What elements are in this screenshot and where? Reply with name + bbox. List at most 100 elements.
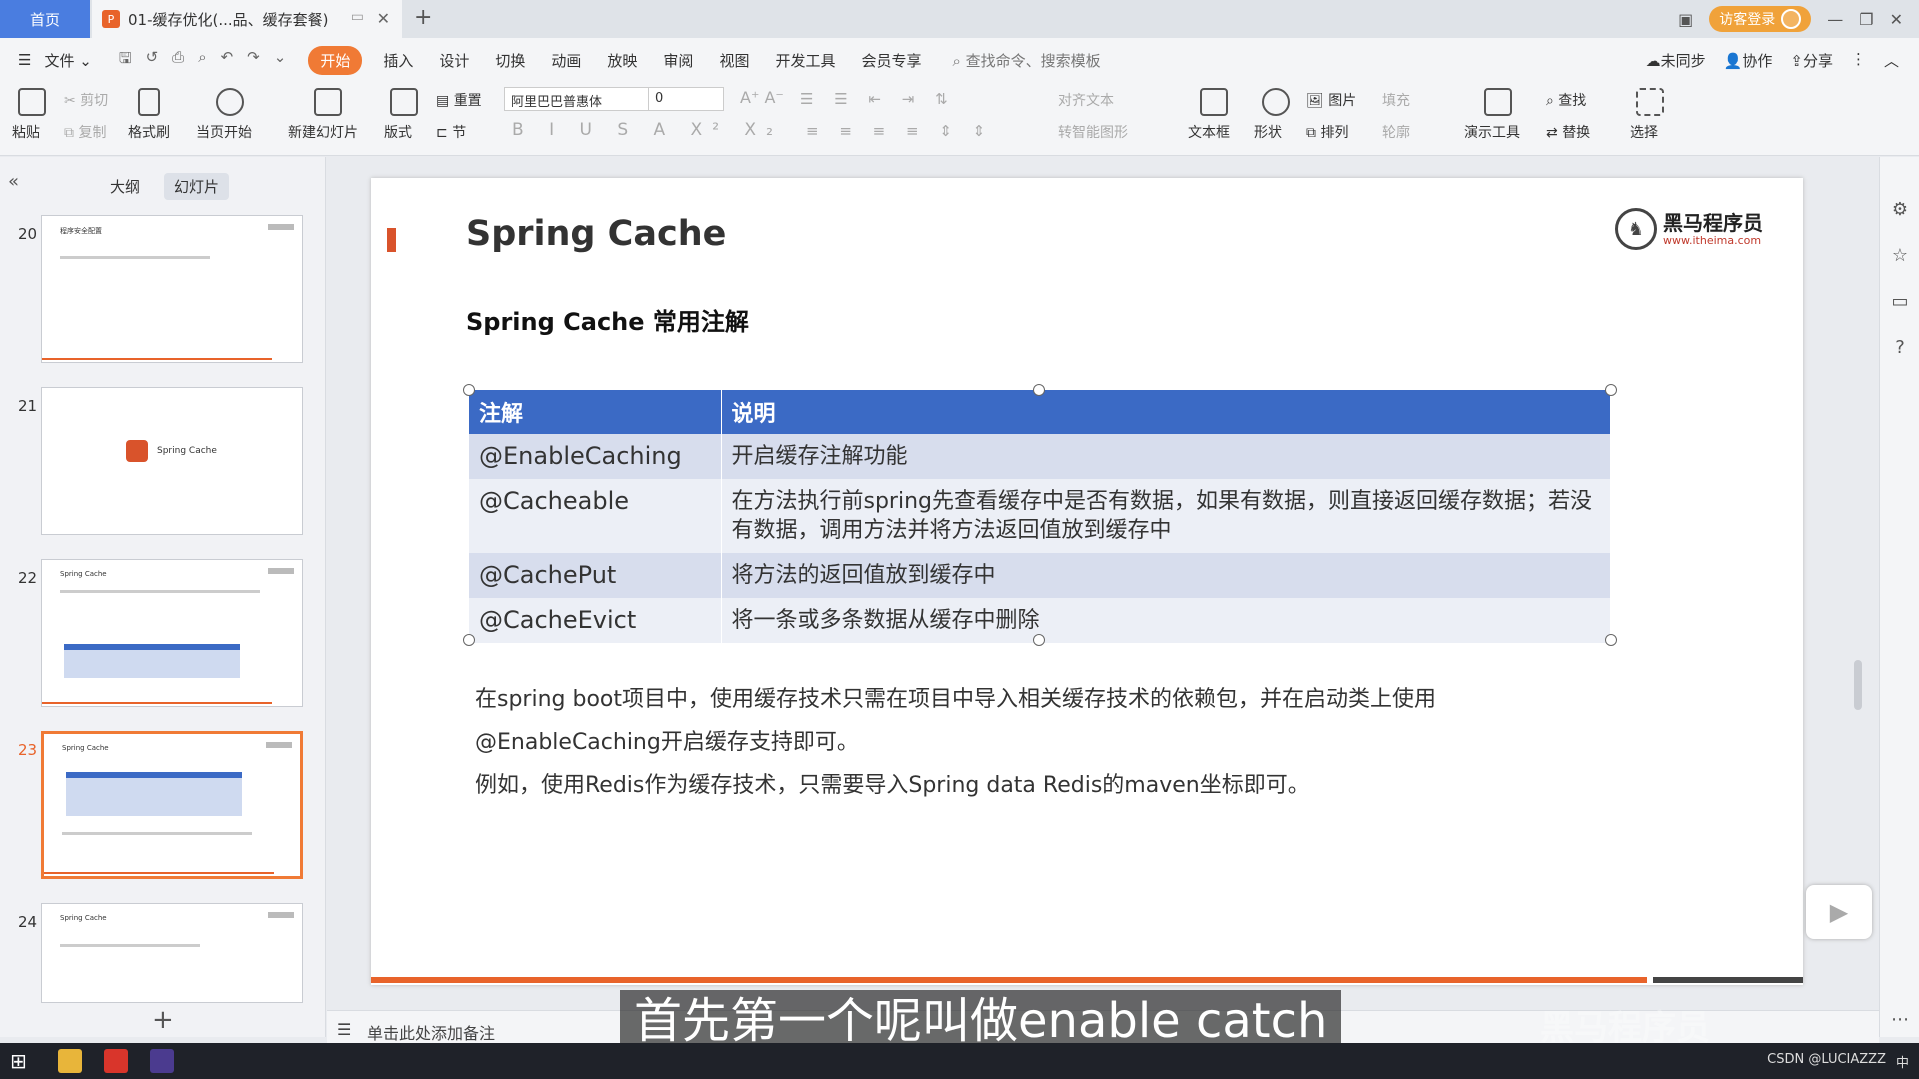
copy-button[interactable]: ⧉ 复制 <box>64 122 106 142</box>
more-dots-icon[interactable]: ⋯ <box>1889 1009 1911 1031</box>
layout-button[interactable]: 版式 <box>384 122 412 142</box>
menu-item-4[interactable]: 动画 <box>551 50 581 71</box>
resize-handle[interactable] <box>1605 634 1617 646</box>
select-icon[interactable] <box>1636 88 1664 116</box>
share-button[interactable]: ⇪分享 <box>1790 50 1833 71</box>
restore-icon[interactable]: ❐ <box>1859 10 1873 29</box>
resize-handle[interactable] <box>1605 384 1617 396</box>
collab-button[interactable]: 👤协作 <box>1724 50 1773 71</box>
grow-font-icon[interactable]: A⁺ A⁻ <box>740 88 784 107</box>
textbox-button[interactable]: 文本框 <box>1188 122 1230 142</box>
play-video-button[interactable]: ▶ <box>1806 885 1872 939</box>
thumbnail-21[interactable]: 21 Spring Cache <box>0 387 320 539</box>
present-tools-button[interactable]: 演示工具 <box>1464 122 1520 142</box>
table-cell-annotation[interactable]: @EnableCaching <box>469 434 722 479</box>
font-family-select[interactable]: 阿里巴巴普惠体 <box>504 87 652 111</box>
smart-shape-button[interactable]: 转智能图形 <box>1058 122 1128 142</box>
resize-handle[interactable] <box>1033 384 1045 396</box>
file-explorer-icon[interactable] <box>58 1049 82 1073</box>
menu-item-3[interactable]: 切换 <box>495 50 525 71</box>
arrange-button[interactable]: ⧉ 排列 <box>1306 122 1348 142</box>
textbox-icon[interactable] <box>1200 88 1228 116</box>
redo-icon[interactable]: ↷ <box>247 48 260 73</box>
close-window-icon[interactable]: ✕ <box>1890 10 1903 29</box>
save-icon[interactable]: 🖫 <box>119 48 132 73</box>
page-count-icon[interactable]: ▣ <box>1678 10 1693 29</box>
select-button[interactable]: 选择 <box>1630 122 1658 142</box>
format-painter-button[interactable]: 格式刷 <box>128 122 170 142</box>
properties-icon[interactable]: ⚙ <box>1889 199 1911 221</box>
command-search[interactable]: ⌕ 查找命令、搜索模板 <box>952 50 1100 71</box>
thumbnail-22[interactable]: 22 Spring Cache <box>0 559 320 711</box>
undo-history-icon[interactable]: ↺ <box>146 48 159 73</box>
print-icon[interactable]: ⎙ <box>172 48 184 73</box>
minimize-icon[interactable]: — <box>1827 10 1843 29</box>
thumbnail-image[interactable]: 程序安全配置 <box>41 215 303 363</box>
table-cell-annotation[interactable]: @Cacheable <box>469 479 722 553</box>
thumbnail-image[interactable]: Spring Cache <box>41 903 303 1003</box>
fill-button[interactable]: 填充 <box>1382 90 1410 110</box>
new-slide-icon[interactable] <box>314 88 342 116</box>
picture-button[interactable]: 🖼 图片 <box>1306 90 1356 110</box>
new-tab-button[interactable]: + <box>414 5 432 30</box>
resize-handle[interactable] <box>463 384 475 396</box>
section-button[interactable]: ⊏ 节 <box>436 122 466 142</box>
menu-item-9[interactable]: 会员专享 <box>861 50 921 71</box>
thumbnail-23[interactable]: 23 Spring Cache <box>0 731 320 883</box>
new-slide-button[interactable]: 新建幻灯片 <box>288 122 358 142</box>
table-cell-annotation[interactable]: @CachePut <box>469 553 722 598</box>
slide[interactable]: Spring Cache ♞ 黑马程序员 www.itheima.com Spr… <box>371 178 1803 985</box>
paste-button[interactable]: 粘贴 <box>12 122 40 142</box>
tab-slides[interactable]: 幻灯片 <box>164 173 230 200</box>
paragraph-align-icons[interactable]: ≡ ≡ ≡ ≡ ⇕ ⇕ <box>806 122 993 140</box>
thumbnail-image[interactable]: Spring Cache <box>41 387 303 535</box>
menu-item-0[interactable]: 开始 <box>308 45 363 75</box>
find-button[interactable]: ⌕ 查找 <box>1546 90 1586 110</box>
hamburger-icon[interactable]: ☰ <box>18 51 31 69</box>
pin-icon[interactable]: ▭ <box>351 9 364 25</box>
body-text[interactable]: 在spring boot项目中，使用缓存技术只需在项目中导入相关缓存技术的依赖包… <box>475 678 1575 807</box>
collapse-panel-icon[interactable]: « <box>8 171 19 192</box>
shape-icon[interactable] <box>1262 88 1290 116</box>
align-text-button[interactable]: 对齐文本 <box>1058 90 1114 110</box>
add-slide-button[interactable]: + <box>152 1005 174 1035</box>
slide-title[interactable]: Spring Cache <box>466 214 726 254</box>
format-painter-icon[interactable] <box>138 88 160 116</box>
more-options-icon[interactable]: ⋮ <box>1851 50 1866 71</box>
reset-button[interactable]: ▤ 重置 <box>436 90 482 110</box>
table-cell-description[interactable]: 在方法执行前spring先查看缓存中是否有数据，如果有数据，则直接返回缓存数据；… <box>721 479 1611 553</box>
cut-button[interactable]: ✂ 剪切 <box>64 90 108 110</box>
animation-icon[interactable]: ☆ <box>1889 245 1911 267</box>
menu-item-8[interactable]: 开发工具 <box>775 50 835 71</box>
scrollbar-thumb[interactable] <box>1854 660 1862 710</box>
tab-document[interactable]: P 01-缓存优化(...品、缓存套餐) ▭ ✕ <box>92 0 402 38</box>
help-icon[interactable]: ? <box>1889 337 1911 359</box>
table-cell-description[interactable]: 将方法的返回值放到缓存中 <box>721 553 1611 598</box>
ime-indicator[interactable]: 中 <box>1896 1052 1909 1071</box>
undo-icon[interactable]: ↶ <box>221 48 234 73</box>
more-icon[interactable]: ⌄ <box>274 48 287 73</box>
shape-button[interactable]: 形状 <box>1254 122 1282 142</box>
tab-outline[interactable]: 大纲 <box>100 173 150 200</box>
menu-file[interactable]: 文件 ⌄ <box>44 50 91 71</box>
menu-item-2[interactable]: 设计 <box>439 50 469 71</box>
annotation-table[interactable]: 注解 说明 @EnableCaching 开启缓存注解功能 @Cacheable… <box>469 390 1611 643</box>
slide-show-icon[interactable]: ▭ <box>1889 291 1911 313</box>
text-format-icons[interactable]: B I U S A X² X₂ <box>512 120 783 140</box>
slide-subtitle[interactable]: Spring Cache 常用注解 <box>466 302 749 337</box>
windows-start-icon[interactable]: ⊞ <box>10 1049 34 1073</box>
thumbnail-image[interactable]: Spring Cache <box>41 559 303 707</box>
outline-button[interactable]: 轮廓 <box>1382 122 1410 142</box>
resize-handle[interactable] <box>463 634 475 646</box>
table-cell-annotation[interactable]: @CacheEvict <box>469 598 722 643</box>
table-cell-description[interactable]: 将一条或多条数据从缓存中删除 <box>721 598 1611 643</box>
close-tab-icon[interactable]: ✕ <box>377 9 390 28</box>
replace-button[interactable]: ⇄ 替换 <box>1546 122 1590 142</box>
paste-icon[interactable] <box>18 88 46 116</box>
font-size-select[interactable]: 0 <box>648 87 724 111</box>
from-current-button[interactable]: 当页开始 <box>196 122 252 142</box>
idea-icon[interactable] <box>150 1049 174 1073</box>
list-icons[interactable]: ☰ ☰ ⇤ ⇥ ⇅ <box>800 90 956 108</box>
vertical-scrollbar[interactable] <box>1854 170 1862 1010</box>
collapse-ribbon-icon[interactable]: ︿ <box>1884 50 1899 71</box>
